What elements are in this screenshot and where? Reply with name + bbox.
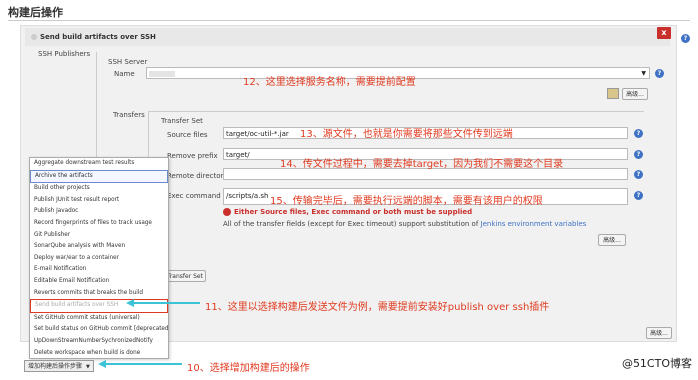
watermark: @51CTO博客 (621, 357, 692, 370)
arrowhead-icon (126, 299, 134, 307)
arrowhead-icon (98, 360, 106, 368)
annotation-arrows (98, 299, 200, 368)
